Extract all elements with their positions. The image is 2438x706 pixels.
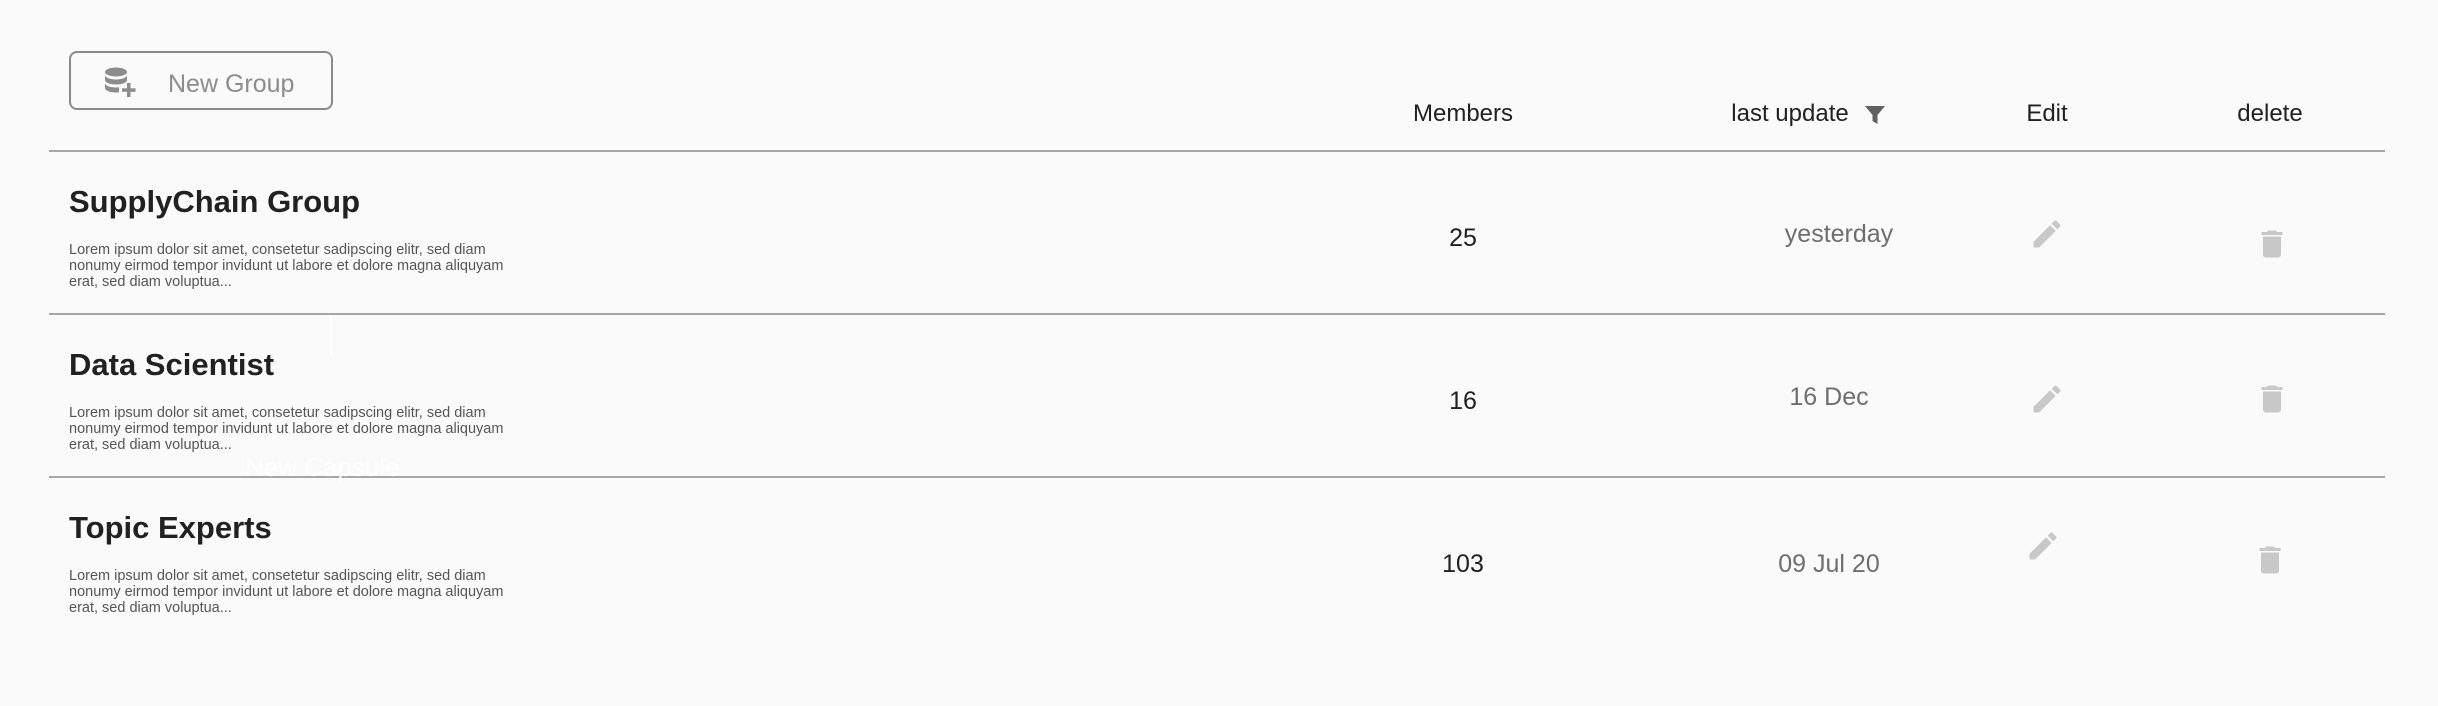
trash-icon[interactable] (2254, 226, 2290, 262)
header-last-update[interactable]: last update (1700, 100, 1880, 128)
new-group-button-label: New Group (168, 70, 295, 98)
edit-icon[interactable] (2029, 216, 2065, 252)
header-members: Members (1412, 100, 1514, 127)
group-title: Topic Experts (69, 510, 272, 545)
edit-icon[interactable] (2025, 528, 2061, 564)
group-last-update: 16 Dec (1789, 383, 1869, 411)
group-last-update: 09 Jul 20 (1778, 550, 1880, 578)
header-edit: Edit (2026, 100, 2068, 127)
new-group-button[interactable]: New Group (69, 51, 333, 110)
group-members-count: 16 (1449, 387, 1477, 415)
ghost-overlay-text: New Capsule (245, 452, 400, 482)
trash-icon[interactable] (2252, 542, 2288, 578)
database-add-icon (105, 67, 136, 97)
groups-page: New Group Members last update Edit delet… (0, 0, 2438, 706)
group-title: SupplyChain Group (69, 184, 361, 219)
group-title: Data Scientist (69, 347, 275, 382)
edit-icon[interactable] (2029, 381, 2065, 417)
table-row[interactable]: Topic Experts Lorem ipsum dolor sit amet… (49, 478, 2385, 638)
group-members-count: 25 (1449, 224, 1477, 252)
table-row[interactable]: SupplyChain Group Lorem ipsum dolor sit … (49, 152, 2385, 312)
group-description: Lorem ipsum dolor sit amet, consetetur s… (69, 405, 504, 453)
group-description: Lorem ipsum dolor sit amet, consetetur s… (69, 568, 504, 616)
header-delete: delete (2237, 100, 2303, 127)
ghost-cursor-line (330, 316, 332, 354)
group-members-count: 103 (1442, 550, 1484, 578)
group-last-update: yesterday (1784, 220, 1894, 248)
trash-icon[interactable] (2254, 381, 2290, 417)
group-description: Lorem ipsum dolor sit amet, consetetur s… (69, 242, 504, 290)
table-row[interactable]: Data Scientist Lorem ipsum dolor sit ame… (49, 315, 2385, 475)
filter-icon[interactable] (1864, 104, 1886, 126)
